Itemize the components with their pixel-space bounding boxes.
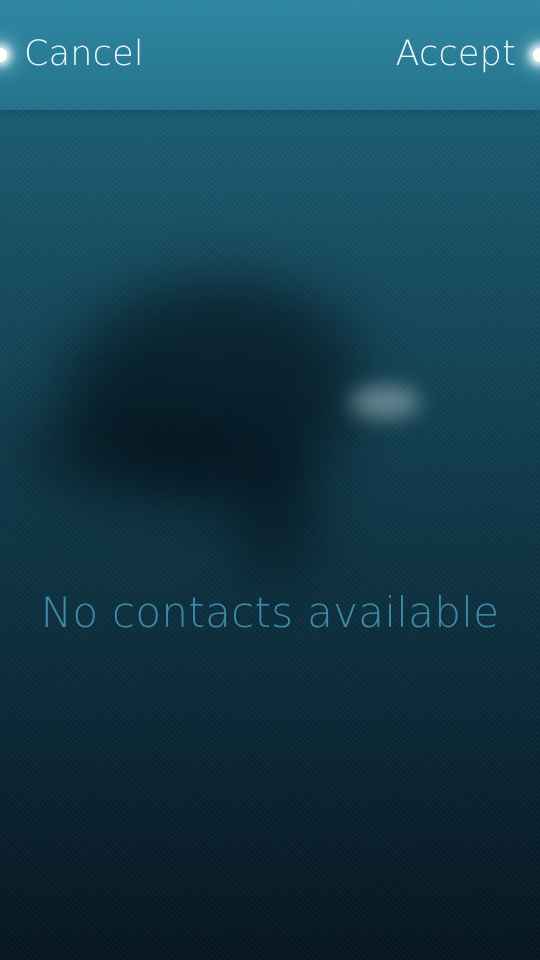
right-pulley-indicator-icon	[533, 48, 540, 62]
background-light-glint	[350, 385, 420, 419]
empty-state-message: No contacts available	[40, 588, 500, 637]
background-blurred-arm	[230, 450, 320, 580]
cancel-button[interactable]: Cancel	[24, 34, 144, 74]
background-blurred-wing	[10, 410, 250, 500]
dialog-header: Cancel Accept	[0, 0, 540, 110]
accept-button[interactable]: Accept	[396, 34, 517, 74]
left-pulley-indicator-icon	[0, 48, 7, 62]
